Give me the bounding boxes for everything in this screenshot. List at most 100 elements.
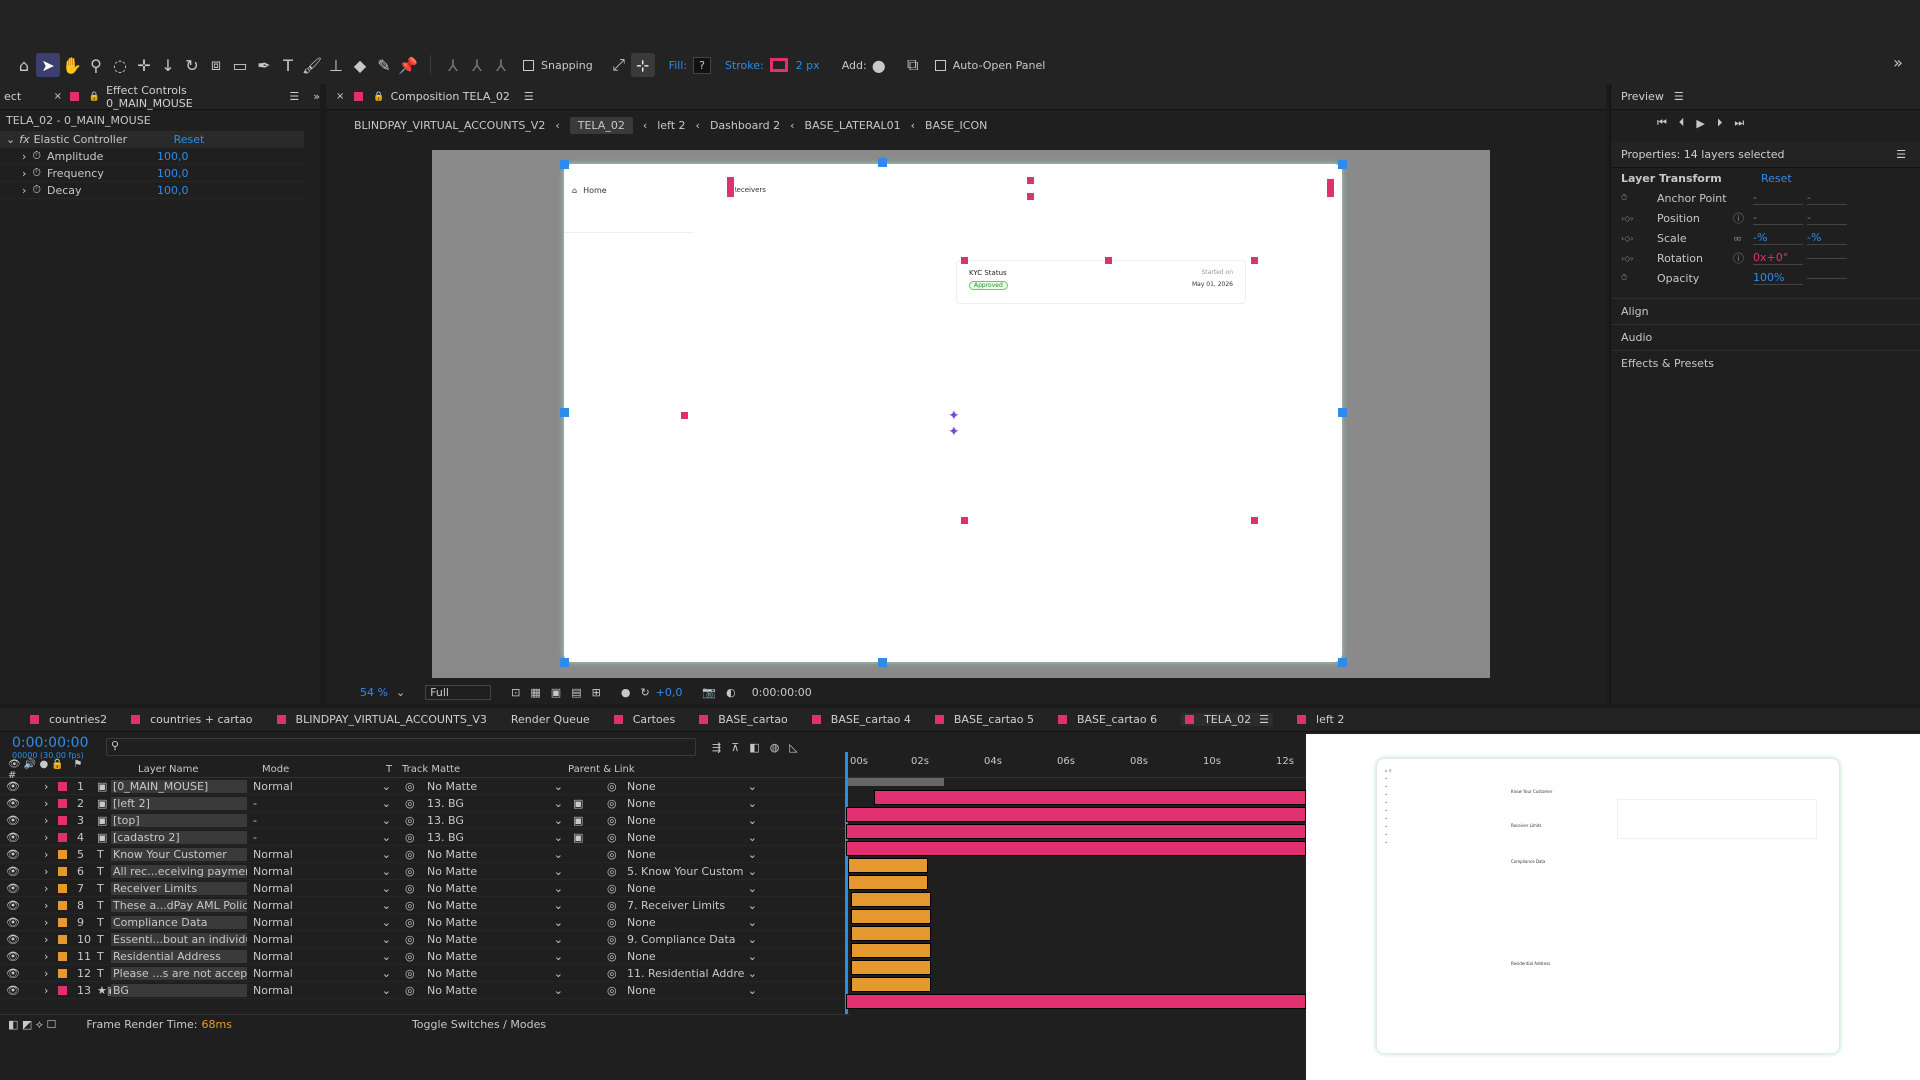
label-color[interactable] <box>58 917 67 927</box>
search-input[interactable]: ⚲ <box>106 738 696 756</box>
timeline-tab[interactable]: BLINDPAY_VIRTUAL_ACCOUNTS_V3 <box>276 713 487 726</box>
mode-select[interactable]: Normal ⌄ <box>247 950 397 963</box>
rotate-tool-icon[interactable]: ↻ <box>180 53 204 77</box>
mode-select[interactable]: Normal ⌄ <box>247 882 397 895</box>
track-matte-select[interactable]: No Matte ⌄ <box>427 848 563 861</box>
layer-name[interactable]: These a...dPay AML Policy. <box>111 898 247 912</box>
pen-tool-icon[interactable]: ✒ <box>252 53 276 77</box>
preserve-transparency-icon[interactable]: ◎ <box>397 780 427 793</box>
mode-select[interactable]: Normal ⌄ <box>247 984 397 997</box>
stroke-width[interactable]: 2 px <box>796 59 820 72</box>
pan-tool-icon[interactable]: ✛ <box>132 53 156 77</box>
toggle-icons[interactable]: ◧ ◩ ⟡ ☐ <box>8 1018 56 1032</box>
work-area-bar[interactable] <box>846 778 944 786</box>
label-color[interactable] <box>58 883 67 893</box>
expand-icon[interactable]: » <box>1886 50 1910 74</box>
eraser-tool-icon[interactable]: ◆ <box>348 53 372 77</box>
layer-name[interactable]: Compliance Data <box>111 915 247 929</box>
track-matte-select[interactable]: No Matte ⌄ <box>427 933 563 946</box>
layer-bar[interactable] <box>846 994 1306 1009</box>
chevron-right-icon[interactable]: › <box>44 967 58 980</box>
layer-handle[interactable] <box>726 176 735 198</box>
fill-label[interactable]: Fill: <box>669 59 687 72</box>
shy-icon[interactable]: ◧ <box>749 741 759 754</box>
link-icon[interactable]: ⓘ <box>1733 250 1753 266</box>
preserve-transparency-icon[interactable]: ◎ <box>397 831 427 844</box>
chevron-down-icon[interactable]: ⌄ <box>396 686 405 699</box>
layer-name[interactable]: [cadastro 2] <box>111 830 247 844</box>
mode-select[interactable]: Normal ⌄ <box>247 916 397 929</box>
fill-swatch[interactable]: ? <box>693 56 711 74</box>
viewer-area[interactable]: ⌂ Home Receivers KYC Status Approved Star… <box>432 150 1490 678</box>
preserve-transparency-icon[interactable]: ◎ <box>397 848 427 861</box>
timeline-tab[interactable]: countries2 <box>30 713 107 726</box>
pickwhip-icon[interactable]: ◎ <box>607 865 627 878</box>
transform-property-row[interactable]: ‹◇› Position ⓘ - - <box>1611 208 1920 228</box>
parent-select[interactable]: None ⌄ <box>627 950 757 963</box>
mode-select[interactable]: - ⌄ <box>247 831 397 844</box>
label-color[interactable] <box>58 849 67 859</box>
preserve-transparency-icon[interactable]: ◎ <box>397 950 427 963</box>
effect-reset-button[interactable]: Reset <box>174 133 205 146</box>
layer-handle[interactable] <box>1104 256 1113 265</box>
track-matte-select[interactable]: No Matte ⌄ <box>427 916 563 929</box>
auto-open-toggle[interactable]: Auto-Open Panel <box>934 59 1045 72</box>
bounding-handle[interactable] <box>878 658 887 667</box>
track-matte-select[interactable]: No Matte ⌄ <box>427 780 563 793</box>
home-icon[interactable]: ⌂ <box>12 53 36 77</box>
type-tool-icon[interactable]: T <box>276 53 300 77</box>
transform-value-1[interactable]: 0x+0° <box>1753 251 1803 265</box>
label-color[interactable] <box>58 900 67 910</box>
stroke-label[interactable]: Stroke: <box>725 59 764 72</box>
axis-view-icon[interactable]: ⅄ <box>489 53 513 77</box>
layer-name[interactable]: [left 2] <box>111 796 247 810</box>
transform-property-row[interactable]: ‹◇› Scale ∞ -% -% <box>1611 228 1920 248</box>
layer-bar[interactable] <box>851 926 931 941</box>
layer-handle[interactable] <box>1250 516 1259 525</box>
play-icon[interactable]: ▶ <box>1696 117 1704 130</box>
chevron-right-icon[interactable]: › <box>44 797 58 810</box>
layer-name[interactable]: Know Your Customer <box>111 847 247 861</box>
transform-value-1[interactable]: -% <box>1753 231 1803 245</box>
transform-value-2[interactable] <box>1807 257 1847 259</box>
toggle-switches-modes[interactable]: Toggle Switches / Modes <box>412 1018 546 1031</box>
transform-value-1[interactable]: - <box>1753 211 1803 225</box>
selection-tool-icon[interactable]: ➤ <box>36 53 60 77</box>
parent-select[interactable]: 5. Know Your Custom ⌄ <box>627 865 757 878</box>
parent-select[interactable]: None ⌄ <box>627 916 757 929</box>
breadcrumb-item[interactable]: BASE_ICON <box>925 119 987 132</box>
bounding-handle[interactable] <box>878 158 887 167</box>
layer-row[interactable]: 👁› 6T All rec...eceiving payments. Normal ⌄ ◎… <box>0 863 846 880</box>
chevron-right-icon[interactable]: › <box>44 882 58 895</box>
timeline-tab[interactable]: BASE_cartao 4 <box>811 713 911 726</box>
mode-select[interactable]: - ⌄ <box>247 814 397 827</box>
pickwhip-icon[interactable]: ◎ <box>607 984 627 997</box>
label-color[interactable] <box>58 934 67 944</box>
breadcrumb-item[interactable]: Dashboard 2 <box>710 119 780 132</box>
layer-name[interactable]: [0_MAIN_MOUSE] <box>111 779 247 793</box>
panel-overflow-icon[interactable]: » <box>313 90 320 103</box>
chevron-down-icon[interactable]: ⌄ <box>6 133 15 146</box>
chevron-right-icon[interactable]: › <box>44 984 58 997</box>
chevron-right-icon[interactable]: › <box>44 814 58 827</box>
mode-select[interactable]: Normal ⌄ <box>247 899 397 912</box>
chevron-right-icon[interactable]: › <box>44 916 58 929</box>
chevron-right-icon[interactable]: › <box>44 780 58 793</box>
reset-exposure-icon[interactable]: ↻ <box>640 686 649 699</box>
pickwhip-icon[interactable]: ◎ <box>607 882 627 895</box>
timeline-tab[interactable]: Cartoes <box>613 713 675 726</box>
transform-value-1[interactable]: - <box>1753 191 1803 205</box>
region-icon[interactable]: ⊡ <box>511 686 520 699</box>
layer-name[interactable]: BG <box>111 983 247 997</box>
grid-icon[interactable]: ⊞ <box>592 686 601 699</box>
preserve-transparency-icon[interactable]: ◎ <box>397 933 427 946</box>
preserve-transparency-icon[interactable]: ◎ <box>397 984 427 997</box>
preserve-transparency-icon[interactable]: ◎ <box>397 882 427 895</box>
timeline-timecode[interactable]: 0:00:00:00 <box>12 735 106 751</box>
chevron-right-icon[interactable]: › <box>44 899 58 912</box>
bounding-handle[interactable] <box>560 408 569 417</box>
layer-name[interactable]: Residential Address <box>111 949 247 963</box>
chevron-right-icon[interactable]: › <box>44 950 58 963</box>
layer-bar[interactable] <box>851 943 931 958</box>
pickwhip-icon[interactable]: ◎ <box>607 950 627 963</box>
